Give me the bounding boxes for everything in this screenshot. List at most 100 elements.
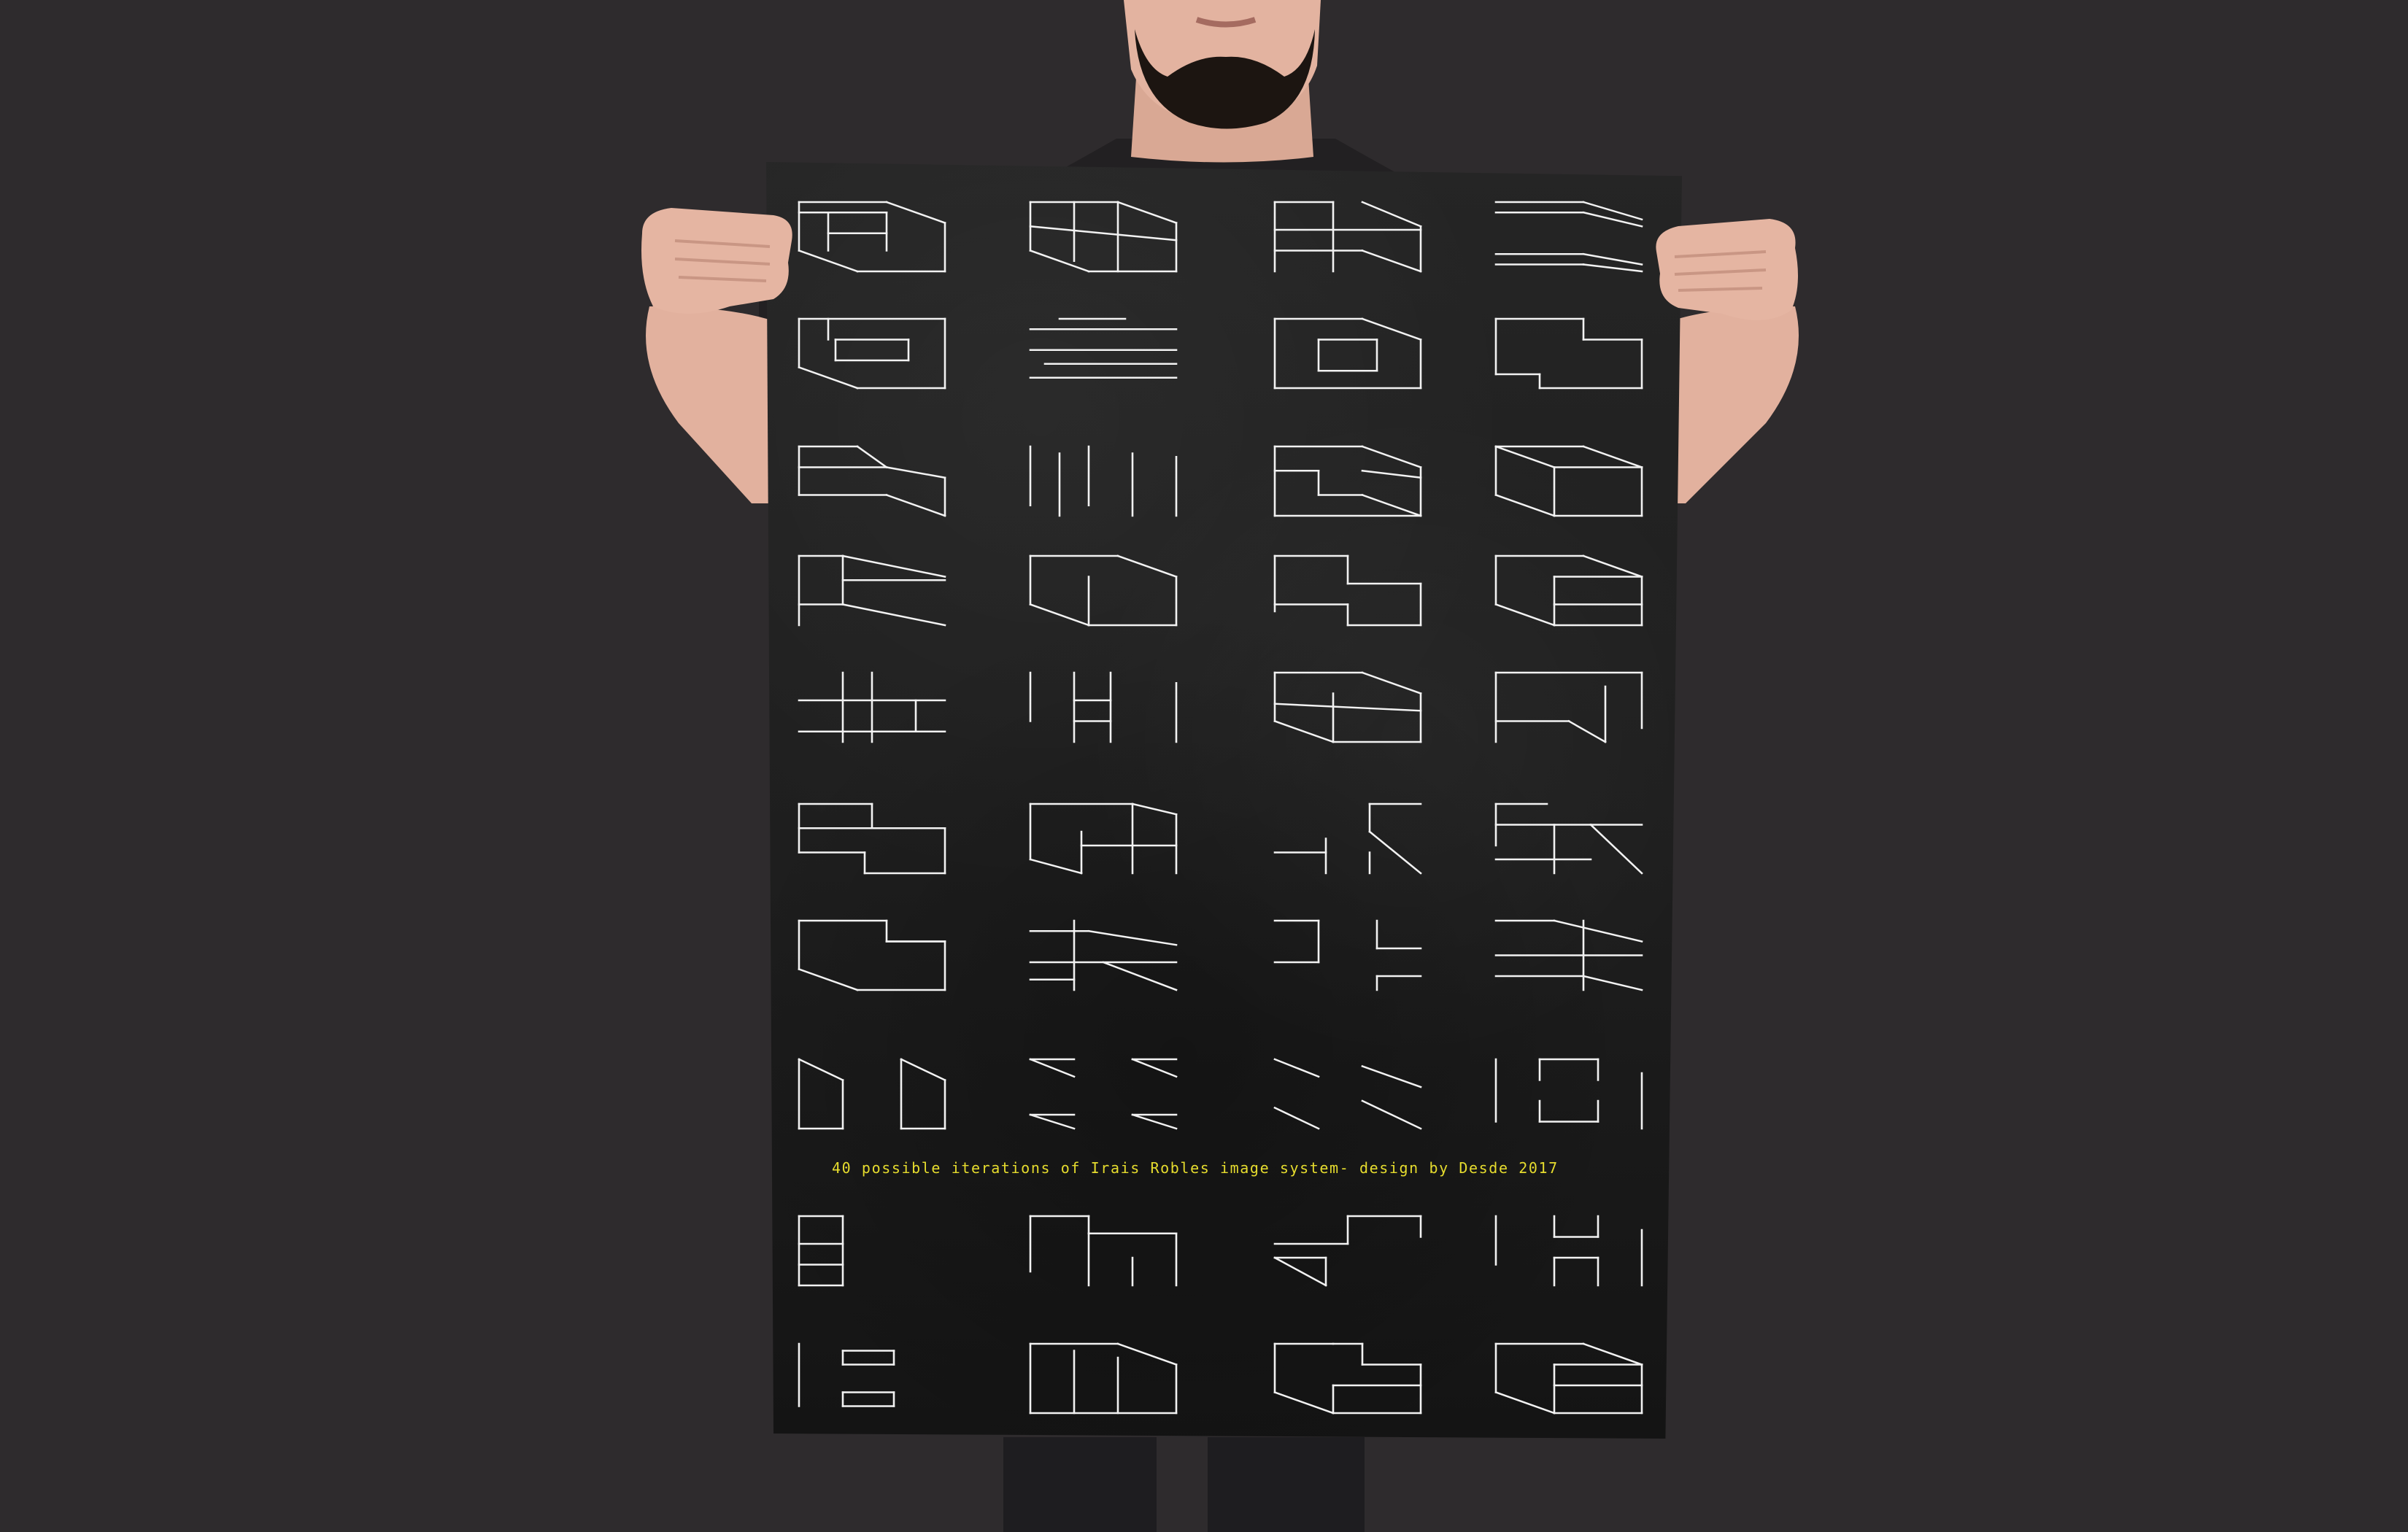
glyph-stroke	[1582, 1342, 1643, 1366]
glyph-39	[1273, 1342, 1422, 1415]
glyph-16	[1494, 554, 1643, 627]
glyph-stroke	[1494, 493, 1556, 517]
glyph-stroke	[856, 445, 888, 469]
glyph-stroke	[1273, 1256, 1327, 1287]
glyph-20	[1494, 671, 1643, 743]
glyph-stroke	[1582, 211, 1643, 228]
glyph-stroke	[798, 365, 859, 390]
glyph-stroke	[1273, 1058, 1320, 1078]
glyph-stroke	[798, 967, 859, 991]
glyph-stroke	[1361, 317, 1422, 341]
glyph-stroke	[1273, 1106, 1320, 1130]
glyph-stroke	[1589, 823, 1643, 875]
glyph-stroke	[1361, 469, 1422, 479]
glyph-32	[1494, 1058, 1643, 1130]
glyph-28	[1494, 919, 1643, 991]
person-leg-left	[1003, 1437, 1157, 1532]
glyph-stroke	[1131, 1113, 1178, 1130]
glyph-37	[798, 1342, 895, 1407]
glyph-21	[798, 802, 946, 875]
glyph-stroke	[1494, 445, 1556, 469]
glyph-4	[1494, 201, 1643, 273]
glyph-stroke	[841, 554, 946, 578]
glyph-stroke	[1368, 830, 1422, 875]
glyph-grid	[798, 201, 1643, 1415]
glyph-11	[1273, 445, 1422, 517]
glyph-30	[1029, 1058, 1178, 1130]
glyph-stroke	[1116, 554, 1178, 579]
glyph-35	[1273, 1215, 1422, 1287]
glyph-29	[798, 1058, 946, 1130]
glyph-stroke	[1361, 671, 1422, 695]
glyph-40	[1494, 1342, 1643, 1415]
glyph-stroke	[1116, 201, 1178, 225]
glyph-stroke	[798, 249, 859, 273]
glyph-27	[1273, 919, 1422, 991]
glyph-stroke	[1273, 719, 1335, 743]
poster: 40 possible iterations of Irais Robles i…	[766, 162, 1682, 1439]
glyph-stroke	[1131, 802, 1178, 816]
glyph-stroke	[1582, 445, 1643, 469]
glyph-stroke	[1273, 703, 1422, 712]
glyph-stroke	[841, 603, 946, 627]
glyph-6	[1029, 317, 1178, 379]
glyph-stroke	[1361, 493, 1422, 517]
glyph-8	[1494, 317, 1643, 390]
glyph-13	[798, 554, 946, 627]
glyph-2	[1029, 201, 1178, 273]
glyph-stroke	[1582, 975, 1643, 991]
glyph-7	[1273, 317, 1422, 390]
glyph-9	[798, 445, 946, 517]
glyph-stroke	[1029, 225, 1178, 241]
glyph-stroke	[1029, 1113, 1076, 1130]
glyph-stroke	[1582, 252, 1643, 266]
glyph-stroke	[798, 1058, 844, 1082]
person-leg-right	[1208, 1437, 1365, 1532]
glyph-23	[1273, 802, 1422, 875]
glyph-33	[798, 1215, 844, 1287]
glyph-stroke	[885, 466, 946, 479]
glyph-25	[798, 919, 946, 991]
glyph-stroke	[1494, 1390, 1556, 1415]
person-arm-right	[1671, 306, 1799, 503]
glyph-stroke	[900, 1058, 946, 1082]
glyph-18	[1029, 671, 1178, 743]
glyph-stroke	[1582, 201, 1643, 221]
glyph-stroke	[1361, 1099, 1422, 1130]
glyph-10	[1029, 445, 1178, 517]
glyph-stroke	[1567, 719, 1607, 743]
glyph-stroke	[885, 493, 946, 517]
glyph-17	[798, 671, 946, 743]
glyph-stroke	[1029, 1058, 1076, 1078]
glyph-5	[798, 317, 946, 390]
glyph-14	[1029, 554, 1178, 627]
glyph-stroke	[1582, 263, 1643, 273]
glyph-15	[1273, 554, 1422, 627]
glyph-stroke	[1131, 1058, 1178, 1078]
glyph-3	[1273, 201, 1422, 273]
glyph-stroke	[1582, 554, 1643, 579]
glyph-1	[798, 201, 946, 273]
glyph-stroke	[1361, 201, 1422, 228]
glyph-12	[1494, 445, 1643, 517]
glyph-stroke	[1087, 929, 1178, 946]
glyph-stroke	[1116, 1342, 1178, 1366]
glyph-24	[1494, 802, 1643, 875]
glyph-22	[1029, 802, 1178, 875]
glyph-stroke	[1361, 1064, 1422, 1088]
person-arm-left	[646, 306, 773, 503]
glyph-38	[1029, 1342, 1178, 1415]
glyph-stroke	[1553, 919, 1643, 943]
glyph-36	[1494, 1215, 1643, 1287]
glyph-stroke	[1494, 603, 1556, 627]
glyph-stroke	[1029, 858, 1083, 875]
glyph-26	[1029, 919, 1178, 991]
glyph-stroke	[1361, 249, 1422, 273]
glyph-stroke	[1102, 961, 1178, 991]
glyph-stroke	[1361, 445, 1422, 469]
glyph-19	[1273, 671, 1422, 743]
glyph-31	[1273, 1058, 1422, 1130]
glyph-stroke	[1029, 603, 1090, 627]
poster-caption: 40 possible iterations of Irais Robles i…	[832, 1159, 1559, 1177]
glyph-stroke	[885, 201, 946, 225]
